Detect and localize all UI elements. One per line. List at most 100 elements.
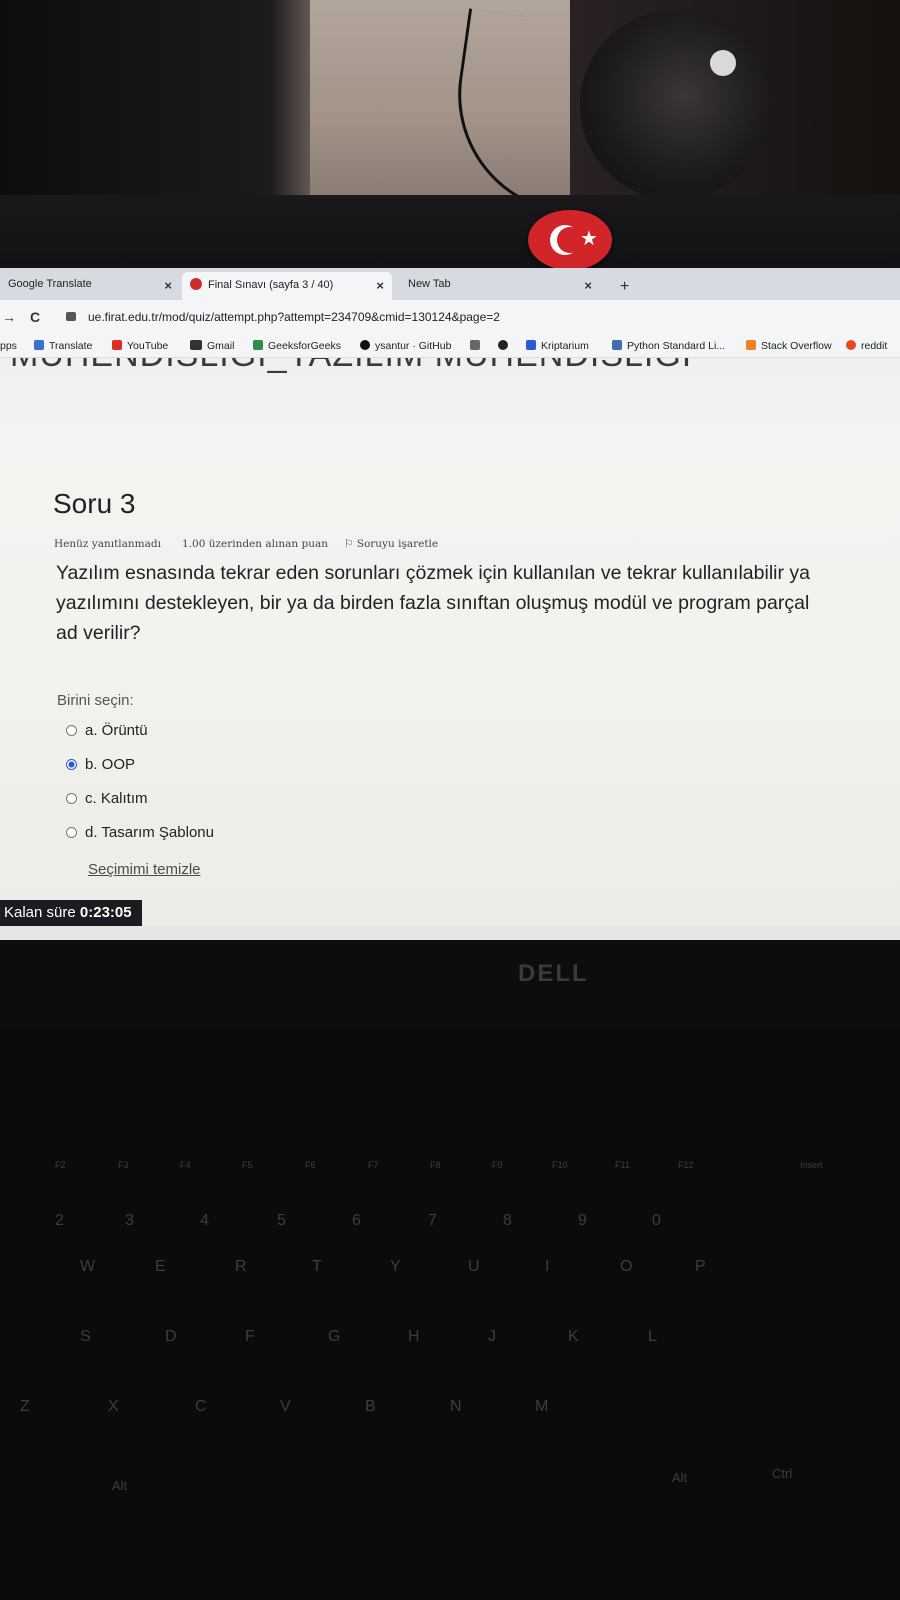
tab-close-icon[interactable]: × (584, 278, 592, 293)
key-s: S (80, 1328, 91, 1345)
reload-icon[interactable]: C (30, 309, 40, 325)
gmail-icon (190, 340, 202, 350)
key-5: 5 (277, 1212, 286, 1229)
timer-value: 0:23:05 (79, 904, 132, 921)
python-icon (612, 340, 622, 350)
translate-icon (34, 340, 44, 350)
points-info: 1.00 üzerinden alınan puan (182, 538, 329, 550)
tab-google-translate[interactable]: Google Translate × (0, 272, 180, 300)
key-f: F (245, 1328, 255, 1345)
key-insert: Insert (800, 1160, 823, 1170)
lower-bezel (0, 940, 900, 1030)
github-icon (360, 340, 370, 350)
key-2: 2 (55, 1212, 64, 1229)
key-j: J (488, 1328, 496, 1345)
option-a[interactable]: a. Örüntü (66, 722, 148, 739)
key-w: W (80, 1258, 96, 1275)
tab-bar: Google Translate × Final Sınavı (sayfa 3… (0, 268, 900, 300)
key-h: H (408, 1328, 420, 1345)
quiz-content: MÜHENDİSLİĞİ_YAZILIM MÜHENDİSLİĞİ Soru 3… (0, 358, 900, 900)
key-c: C (195, 1398, 207, 1415)
address-bar-row: → C ue.firat.edu.tr/mod/quiz/attempt.php… (0, 300, 900, 334)
key-e: E (155, 1258, 166, 1275)
tab-close-icon[interactable]: × (376, 278, 384, 293)
screen-bottom-edge (0, 926, 900, 940)
bookmark-reddit[interactable]: reddit (846, 340, 887, 352)
youtube-icon (112, 340, 122, 350)
clear-selection-link[interactable]: Seçimimi temizle (88, 861, 201, 878)
time-remaining: Kalan süre 0:23:05 (0, 900, 142, 926)
tab-final-sinavi[interactable]: Final Sınavı (sayfa 3 / 40) × (182, 272, 392, 300)
room-background (0, 0, 900, 222)
forward-arrow-icon[interactable]: → (2, 309, 16, 325)
key-f8: F8 (430, 1160, 441, 1170)
bookmark-gmail[interactable]: Gmail (190, 340, 234, 352)
bookmark-github[interactable]: ysantur · GitHub (360, 340, 451, 352)
radio-button[interactable] (66, 793, 77, 804)
url-field[interactable]: ue.firat.edu.tr/mod/quiz/attempt.php?att… (88, 310, 500, 324)
key-b: B (365, 1398, 376, 1415)
key-f12: F12 (678, 1160, 694, 1170)
bookmark-unnamed[interactable] (470, 340, 485, 352)
reddit-icon (846, 340, 856, 350)
option-b[interactable]: b. OOP (66, 756, 135, 773)
key-r: R (235, 1258, 247, 1275)
key-0: 0 (652, 1212, 661, 1229)
bookmark-icon (470, 340, 480, 350)
key-f3: F3 (118, 1160, 129, 1170)
keyboard-deck: F2 F3 F4 F5 F6 F7 F8 F9 F10 F11 F12 Inse… (0, 1030, 900, 1600)
key-f2: F2 (55, 1160, 66, 1170)
key-i: I (545, 1258, 550, 1275)
bookmark-kriptarium[interactable]: Kriptarium (526, 340, 589, 352)
key-f7: F7 (368, 1160, 379, 1170)
key-f5: F5 (242, 1160, 253, 1170)
flag-icon: ⚐ (344, 538, 357, 550)
bookmark-python[interactable]: Python Standard Li... (612, 340, 725, 352)
key-x: X (108, 1398, 119, 1415)
key-k: K (568, 1328, 579, 1345)
turkish-flag-sticker-icon: ★ (528, 210, 612, 270)
bookmark-youtube[interactable]: YouTube (112, 340, 168, 352)
key-l: L (648, 1328, 657, 1345)
flag-question-link[interactable]: ⚐ Soruyu işaretle (344, 538, 438, 550)
radio-button-selected[interactable] (66, 759, 77, 770)
key-t: T (312, 1258, 322, 1275)
lock-icon (66, 312, 76, 321)
geeksforgeeks-icon (253, 340, 263, 350)
radio-button[interactable] (66, 827, 77, 838)
new-tab-plus-icon[interactable]: + (620, 278, 629, 296)
key-f11: F11 (615, 1160, 630, 1170)
tab-new-tab[interactable]: New Tab × (400, 272, 600, 300)
laptop-screen: Google Translate × Final Sınavı (sayfa 3… (0, 268, 900, 940)
key-8: 8 (503, 1212, 512, 1229)
key-7: 7 (428, 1212, 437, 1229)
dell-logo: DELL (518, 960, 589, 987)
bookmark-stackoverflow[interactable]: Stack Overflow (746, 340, 832, 352)
key-p: P (695, 1258, 706, 1275)
option-c[interactable]: c. Kalıtım (66, 790, 148, 807)
key-g: G (328, 1328, 341, 1345)
bookmark-geeksforgeeks[interactable]: GeeksforGeeks (253, 340, 341, 352)
key-m: M (535, 1398, 549, 1415)
key-ctrl: Ctrl (772, 1466, 793, 1481)
circle-icon (498, 340, 508, 350)
key-f6: F6 (305, 1160, 316, 1170)
choose-label: Birini seçin: (57, 692, 134, 709)
radio-button[interactable] (66, 725, 77, 736)
key-d: D (165, 1328, 177, 1345)
key-z: Z (20, 1398, 30, 1415)
photo-stage: ★ Google Translate × Final Sınavı (sayfa… (0, 0, 900, 1600)
key-y: Y (390, 1258, 401, 1275)
key-6: 6 (352, 1212, 361, 1229)
bookmarks-bar: pps Translate YouTube Gmail GeeksforGeek… (0, 334, 900, 358)
option-d[interactable]: d. Tasarım Şablonu (66, 824, 214, 841)
key-u: U (468, 1258, 480, 1275)
bookmark-translate[interactable]: Translate (34, 340, 92, 352)
key-alt-right: Alt (672, 1470, 688, 1485)
tab-close-icon[interactable]: × (164, 278, 172, 293)
key-4: 4 (200, 1212, 209, 1229)
key-n: N (450, 1398, 462, 1415)
bookmark-circle[interactable] (498, 340, 513, 352)
key-f10: F10 (552, 1160, 568, 1170)
bookmark-apps[interactable]: pps (0, 340, 17, 352)
